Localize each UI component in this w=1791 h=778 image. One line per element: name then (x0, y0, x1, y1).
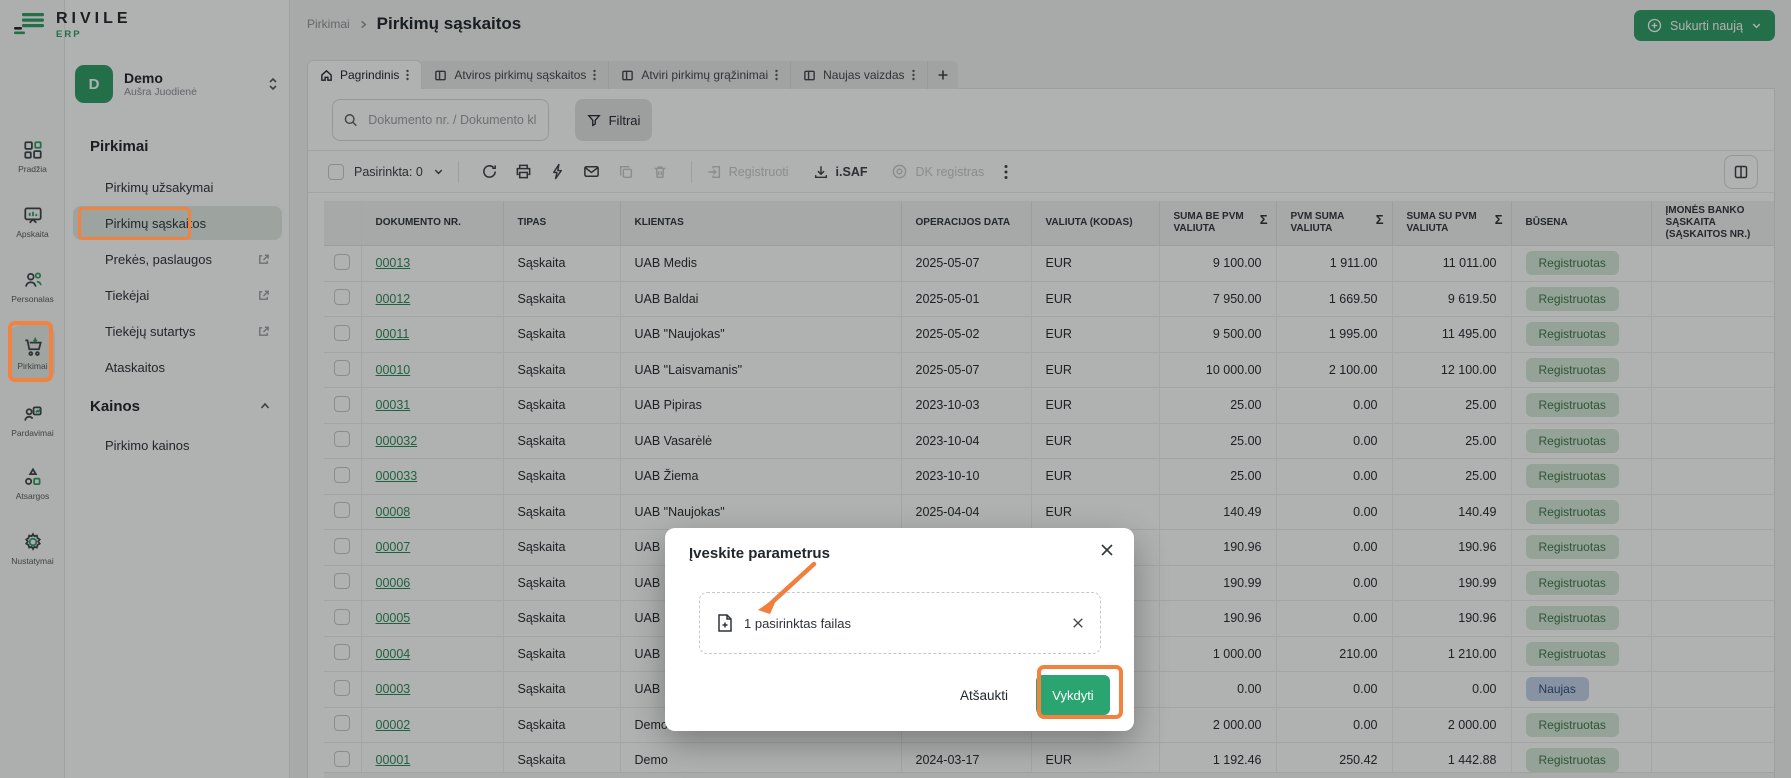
app-window: Pradžia Apskaita Personalas Pirkimai Par… (0, 0, 1791, 778)
close-icon[interactable] (1100, 543, 1114, 557)
file-plus-icon (716, 613, 734, 633)
dialog-footer: Atšaukti Vykdyti (960, 675, 1110, 715)
file-selected-label: 1 pasirinktas failas (744, 616, 851, 631)
file-upload-field[interactable]: 1 pasirinktas failas (699, 592, 1101, 654)
clear-file-icon[interactable] (1072, 617, 1084, 629)
dialog-title: Įveskite parametrus (689, 545, 830, 562)
cancel-button[interactable]: Atšaukti (960, 688, 1008, 703)
execute-button[interactable]: Vykdyti (1036, 675, 1110, 715)
parameters-dialog: Įveskite parametrus 1 pasirinktas failas… (665, 528, 1134, 731)
